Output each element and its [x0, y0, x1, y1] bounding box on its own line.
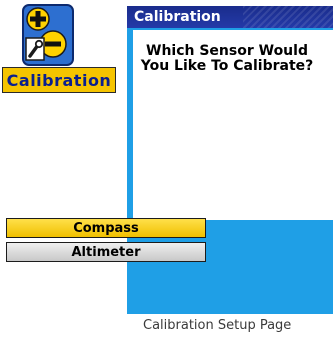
calibration-app-icon[interactable]: Calibration: [2, 4, 118, 96]
figure-caption: Calibration Setup Page: [143, 318, 292, 333]
calibration-icon: [22, 4, 74, 66]
device-screen: Calibration Which Sensor Would You Like …: [127, 6, 333, 314]
title-bar: Calibration: [127, 6, 333, 28]
sensor-prompt: Which Sensor Would You Like To Calibrate…: [140, 43, 314, 74]
altimeter-button-label: Altimeter: [71, 244, 141, 260]
altimeter-button[interactable]: Altimeter: [6, 242, 206, 262]
compass-button[interactable]: Compass: [6, 218, 206, 238]
title-bar-pattern: [243, 6, 333, 28]
wrench-icon: [25, 37, 45, 61]
prompt-panel: Which Sensor Would You Like To Calibrate…: [133, 30, 333, 220]
compass-button-label: Compass: [73, 220, 139, 236]
calibration-app-label: Calibration: [2, 67, 116, 93]
window-title: Calibration: [134, 9, 221, 25]
